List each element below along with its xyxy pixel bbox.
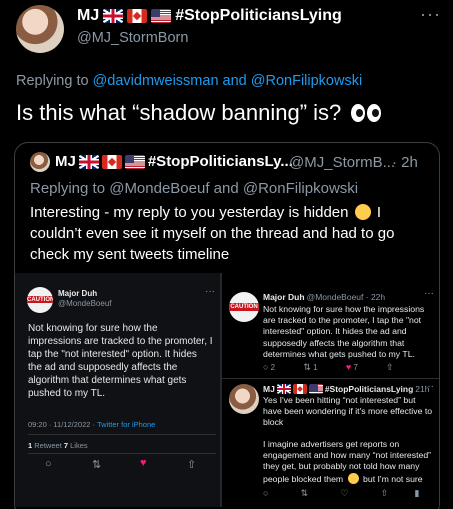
us-flag-icon <box>308 384 323 394</box>
replying-prefix: Replying to <box>16 73 89 89</box>
left-author-handle: @MondeBoeuf <box>58 299 112 308</box>
right-post1-actions: ○ 2 ⇅ 1 ♥ 7 ⇧ <box>263 362 394 373</box>
right-post1-handle: @MondeBoeuf · 22h <box>306 292 386 302</box>
right-post1-author: Major Duh @MondeBoeuf · 22h <box>263 292 385 302</box>
left-timestamp-text: 09:20 · 11/12/2022 · <box>28 420 97 429</box>
tweet-text: Is this what “shadow banning” is? <box>16 100 382 126</box>
quote-author-avatar <box>30 152 50 172</box>
left-like-label: Likes <box>70 441 88 450</box>
uk-flag-icon <box>78 154 99 169</box>
right-post2-text3: but I'm not sure <box>363 473 423 484</box>
quote-author-name: MJ <box>55 153 76 170</box>
caution-avatar <box>27 287 53 313</box>
right-post2-actions: ○ ⇅ ♡ ⇧ ▮ <box>263 488 420 499</box>
us-flag-icon <box>124 154 145 169</box>
left-retweet-icon: ⇅ <box>92 459 102 471</box>
right-reply-icon: ○ <box>263 362 269 372</box>
right-retweet-count: 1 <box>313 363 318 372</box>
eye-left <box>351 104 366 122</box>
left-like-icon: ♥ <box>140 457 147 469</box>
canada-flag-icon <box>101 154 122 169</box>
right-post1-name: Major Duh <box>263 292 305 302</box>
thinking-face-emoji-icon <box>354 204 371 220</box>
quote-text: Interesting - my reply to you yesterday … <box>30 202 430 265</box>
reply-user-link-2[interactable]: @RonFilipkowski <box>251 73 362 89</box>
quote-replying-to: Replying to @MondeBoeuf and @RonFilipkow… <box>30 180 359 197</box>
left-author-name: Major Duh <box>58 289 98 298</box>
right-post2-more-icon: ··· <box>424 381 434 392</box>
left-more-icon: ··· <box>205 286 215 297</box>
right-post2-text2: I imagine advertisers get reports on eng… <box>263 439 435 485</box>
author-name[interactable]: MJ <box>77 7 99 25</box>
right-post2-share-icon: ⇧ <box>380 488 389 498</box>
author-name-row[interactable]: MJ #StopPoliticiansLying <box>77 7 342 25</box>
canada-flag-icon <box>292 384 307 394</box>
author-handle[interactable]: @MJ_StormBorn <box>77 30 188 46</box>
right-retweet-icon: ⇅ <box>303 362 311 372</box>
right-post2-avatar <box>229 384 259 414</box>
thinking-face-emoji-icon <box>347 472 359 484</box>
image-divider <box>220 273 222 507</box>
right-post2-like-icon: ♡ <box>340 488 349 498</box>
canada-flag-icon <box>127 9 148 23</box>
left-client: Twitter for iPhone <box>96 420 156 429</box>
left-engagement: 1 Retweet 7 Likes <box>28 441 88 450</box>
left-divider <box>28 434 216 435</box>
right-post2-name: MJ <box>263 384 275 394</box>
uk-flag-icon <box>103 9 124 23</box>
quote-author-handle: @MJ_StormB... <box>289 154 396 171</box>
right-post2-text1: Yes I've been hitting “not interested” b… <box>263 395 433 428</box>
quote-author-row: MJ #StopPoliticiansLy... <box>55 153 293 170</box>
right-reply-count: 2 <box>270 363 276 372</box>
quote-text-part1: Interesting - my reply to you yesterday … <box>30 204 349 221</box>
right-post2-retweet-icon: ⇅ <box>300 488 309 498</box>
eye-right <box>367 104 382 122</box>
author-hashtag: #StopPoliticiansLying <box>175 7 342 24</box>
left-divider-2 <box>28 453 216 454</box>
us-flag-icon <box>151 9 172 23</box>
right-post2-reply-icon: ○ <box>263 488 269 498</box>
left-like-count: 7 <box>63 441 69 450</box>
right-post2-author: MJ #StopPoliticiansLying 21h <box>263 384 429 394</box>
eyes-emoji-icon <box>351 104 382 122</box>
author-avatar[interactable] <box>16 5 64 53</box>
left-share-icon: ⇧ <box>187 459 197 471</box>
right-post1-more-icon: ··· <box>424 288 434 299</box>
uk-flag-icon <box>276 384 291 394</box>
quote-timestamp: · 2h <box>392 154 418 171</box>
right-divider <box>222 378 439 379</box>
left-tweet-text: Not knowing for sure how the impressions… <box>28 323 213 399</box>
right-post2-hashtag: #StopPoliticiansLying <box>324 384 414 394</box>
quote-author-hashtag: #StopPoliticiansLy... <box>147 153 293 170</box>
left-retweet-label: Retweet <box>34 441 62 450</box>
reply-user-link-1[interactable]: @davidmweissman <box>93 73 219 89</box>
right-share-icon: ⇧ <box>386 362 394 372</box>
right-like-icon: ♥ <box>345 362 352 372</box>
more-options-icon[interactable]: ··· <box>420 4 441 25</box>
left-timestamp: 09:20 · 11/12/2022 · Twitter for iPhone <box>28 420 155 429</box>
tweet-text-content: Is this what “shadow banning” is? <box>16 100 342 125</box>
caution-avatar <box>229 292 259 322</box>
left-reply-icon: ○ <box>45 458 52 470</box>
right-like-count: 7 <box>353 363 358 372</box>
right-post1-text: Not knowing for sure how the impressions… <box>263 304 425 359</box>
right-post2-analytics-icon: ▮ <box>414 488 420 498</box>
left-retweet-count: 1 <box>28 441 33 450</box>
reply-and: and <box>222 73 247 89</box>
replying-to: Replying to @davidmweissman and @RonFili… <box>16 73 362 89</box>
